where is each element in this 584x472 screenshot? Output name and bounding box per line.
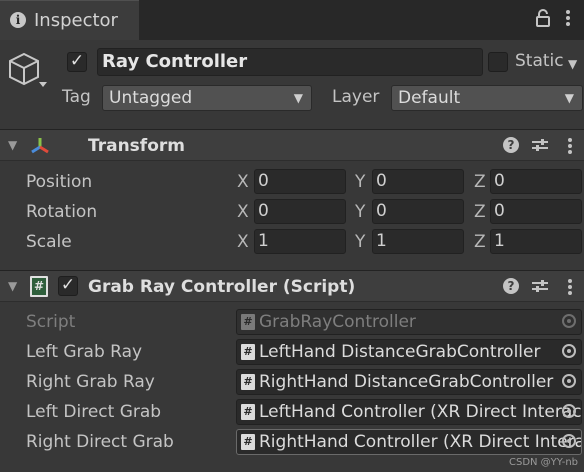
left-grab-ray-field[interactable]: # LeftHand DistanceGrabController bbox=[236, 339, 582, 365]
right-direct-grab-value: RightHand Controller (XR Direct Interact… bbox=[259, 432, 581, 452]
scale-z-label[interactable]: Z bbox=[474, 232, 486, 252]
position-y-label[interactable]: Y bbox=[355, 172, 365, 192]
script-component-title: Grab Ray Controller (Script) bbox=[88, 277, 356, 297]
script-hash-icon: # bbox=[241, 314, 255, 330]
left-direct-grab-value: LeftHand Controller (XR Direct Interacto… bbox=[259, 402, 582, 422]
static-dropdown-icon[interactable]: ▼ bbox=[568, 57, 577, 71]
layer-value: Default bbox=[398, 88, 461, 108]
left-direct-grab-field[interactable]: # LeftHand Controller (XR Direct Interac… bbox=[236, 399, 582, 425]
left-grab-ray-value: LeftHand DistanceGrabController bbox=[259, 342, 541, 362]
scale-y-label[interactable]: Y bbox=[355, 232, 365, 252]
presets-icon[interactable] bbox=[531, 137, 549, 153]
kebab-menu-icon[interactable] bbox=[565, 8, 573, 28]
scale-y-field[interactable]: 1 bbox=[372, 229, 464, 254]
transform-header[interactable]: ▼ Transform ? bbox=[0, 129, 584, 161]
transform-foldout-icon[interactable]: ▼ bbox=[8, 138, 17, 152]
right-grab-ray-value: RightHand DistanceGrabController bbox=[259, 372, 554, 392]
left-direct-grab-label: Left Direct Grab bbox=[26, 402, 162, 422]
script-value: GrabRayController bbox=[259, 312, 416, 332]
right-direct-grab-field[interactable]: # RightHand Controller (XR Direct Intera… bbox=[236, 429, 582, 455]
object-picker-icon bbox=[562, 314, 576, 328]
script-hash-icon: # bbox=[241, 374, 255, 390]
right-grab-ray-label: Right Grab Ray bbox=[26, 372, 155, 392]
watermark: CSDN @YY-nb bbox=[508, 457, 578, 468]
script-foldout-icon[interactable]: ▼ bbox=[8, 279, 17, 293]
tag-value: Untagged bbox=[109, 88, 193, 108]
scale-z-field[interactable]: 1 bbox=[490, 229, 582, 254]
layer-label: Layer bbox=[332, 87, 380, 107]
kebab-menu-icon[interactable] bbox=[567, 277, 573, 297]
object-picker-icon[interactable] bbox=[562, 344, 576, 358]
transform-icon bbox=[29, 135, 51, 157]
script-label: Script bbox=[26, 312, 76, 332]
object-picker-icon[interactable] bbox=[562, 374, 576, 388]
scale-label: Scale bbox=[26, 232, 72, 252]
scale-x-field[interactable]: 1 bbox=[254, 229, 346, 254]
script-hash-icon: # bbox=[241, 434, 255, 450]
component-enabled-checkbox[interactable]: ✓ bbox=[58, 276, 78, 296]
presets-icon[interactable] bbox=[531, 278, 549, 294]
tab-inspector-label: Inspector bbox=[34, 10, 118, 31]
rotation-label: Rotation bbox=[26, 202, 98, 222]
position-z-label[interactable]: Z bbox=[474, 172, 486, 192]
tag-label: Tag bbox=[62, 87, 91, 107]
position-label: Position bbox=[26, 172, 93, 192]
position-z-field[interactable]: 0 bbox=[490, 169, 582, 194]
rotation-x-label[interactable]: X bbox=[237, 202, 249, 222]
tab-bar: i Inspector bbox=[0, 0, 584, 40]
rotation-z-label[interactable]: Z bbox=[474, 202, 486, 222]
script-component-header[interactable]: ▼ # ✓ Grab Ray Controller (Script) ? bbox=[0, 270, 584, 302]
right-direct-grab-label: Right Direct Grab bbox=[26, 432, 174, 452]
active-checkbox[interactable]: ✓ bbox=[67, 52, 87, 72]
rotation-x-field[interactable]: 0 bbox=[254, 199, 346, 224]
script-hash-icon: # bbox=[241, 344, 255, 360]
help-icon[interactable]: ? bbox=[503, 137, 519, 153]
static-label: Static bbox=[515, 51, 564, 71]
transform-title: Transform bbox=[88, 136, 185, 156]
right-grab-ray-field[interactable]: # RightHand DistanceGrabController bbox=[236, 369, 582, 395]
lock-icon[interactable] bbox=[535, 9, 551, 27]
position-y-field[interactable]: 0 bbox=[372, 169, 464, 194]
kebab-menu-icon[interactable] bbox=[567, 136, 573, 156]
position-x-label[interactable]: X bbox=[237, 172, 249, 192]
object-picker-icon[interactable] bbox=[562, 404, 576, 418]
layer-dropdown-caret-icon: ▼ bbox=[564, 91, 574, 105]
static-checkbox[interactable] bbox=[488, 52, 508, 72]
rotation-z-field[interactable]: 0 bbox=[490, 199, 582, 224]
scale-x-label[interactable]: X bbox=[237, 232, 249, 252]
gameobject-cube-icon[interactable] bbox=[6, 50, 47, 90]
tag-dropdown-caret-icon: ▼ bbox=[293, 91, 303, 105]
script-field: # GrabRayController bbox=[236, 309, 582, 335]
info-icon: i bbox=[10, 12, 26, 28]
gameobject-name-field[interactable]: Ray Controller bbox=[97, 48, 483, 76]
tab-inspector[interactable]: i Inspector bbox=[0, 0, 139, 40]
position-x-field[interactable]: 0 bbox=[254, 169, 346, 194]
rotation-y-label[interactable]: Y bbox=[355, 202, 365, 222]
csharp-script-icon: # bbox=[30, 276, 48, 297]
object-picker-icon[interactable] bbox=[562, 434, 576, 448]
script-hash-icon: # bbox=[241, 404, 255, 420]
tag-dropdown[interactable]: Untagged ▼ bbox=[102, 85, 312, 111]
rotation-y-field[interactable]: 0 bbox=[372, 199, 464, 224]
left-grab-ray-label: Left Grab Ray bbox=[26, 342, 143, 362]
layer-dropdown[interactable]: Default ▼ bbox=[391, 85, 583, 111]
help-icon[interactable]: ? bbox=[503, 278, 519, 294]
